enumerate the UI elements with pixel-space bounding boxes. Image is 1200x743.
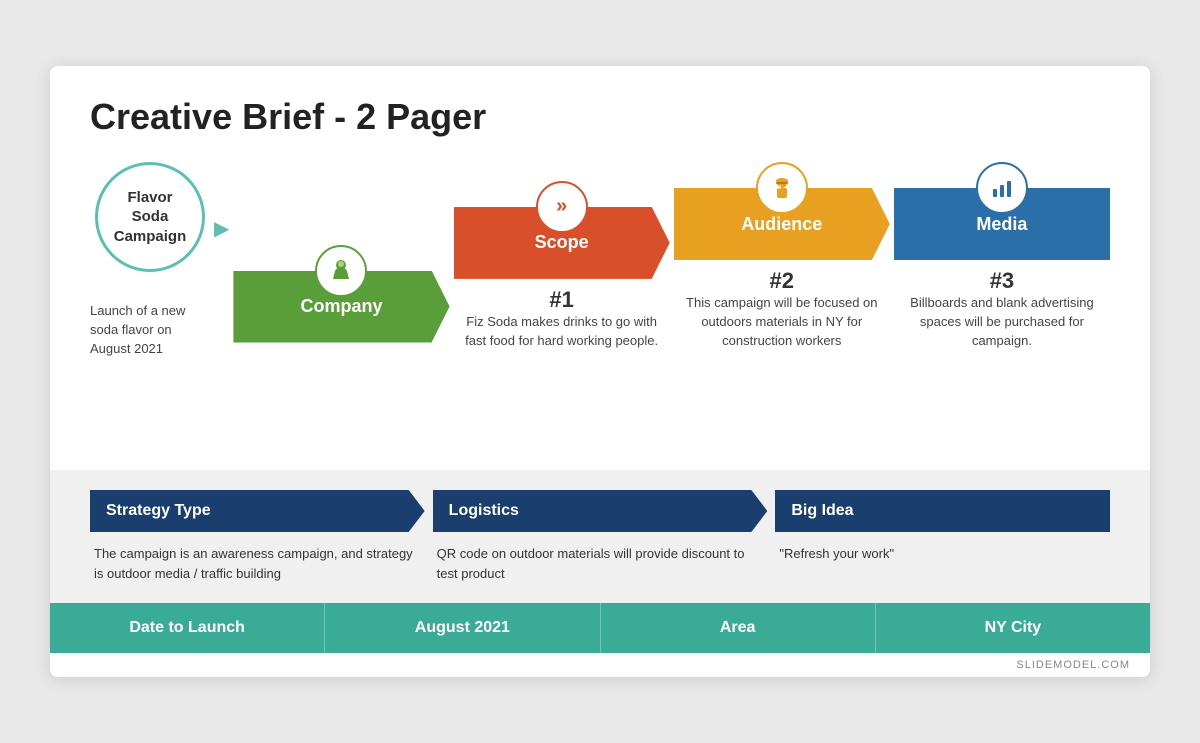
- flow-item-scope: » Scope #1 Fiz Soda makes drinks to go w…: [454, 181, 670, 351]
- strategy-row: Strategy Type The campaign is an awarene…: [90, 490, 1110, 583]
- middle-section: Strategy Type The campaign is an awarene…: [50, 470, 1150, 603]
- media-number: #3: [990, 268, 1014, 294]
- media-desc: Billboards and blank advertising spaces …: [894, 294, 1110, 351]
- slide-container: Creative Brief - 2 Pager FlavorSodaCampa…: [50, 66, 1150, 677]
- flow-item-audience: Audience #2 This campaign will be focuse…: [674, 162, 890, 351]
- big-idea-header: Big Idea: [775, 490, 1110, 532]
- logistics-header: Logistics: [433, 490, 768, 532]
- company-icon-circle: [315, 245, 367, 297]
- media-icon-circle: [976, 162, 1028, 214]
- strategy-type-text: The campaign is an awareness campaign, a…: [90, 544, 425, 583]
- scope-desc: Fiz Soda makes drinks to go with fast fo…: [454, 313, 670, 351]
- logistics-block: Logistics QR code on outdoor materials w…: [433, 490, 768, 583]
- left-description: Launch of a new soda flavor on August 20…: [90, 302, 210, 450]
- big-idea-text: "Refresh your work": [775, 544, 1110, 564]
- scope-number: #1: [549, 287, 573, 313]
- bottom-section: Date to Launch August 2021 Area NY City: [50, 603, 1150, 653]
- audience-icon-circle: [756, 162, 808, 214]
- arrow-connector: ▶: [214, 216, 229, 241]
- scope-icon-circle: »: [536, 181, 588, 233]
- logistics-text: QR code on outdoor materials will provid…: [433, 544, 768, 583]
- audience-number: #2: [770, 268, 794, 294]
- flow-item-media: Media #3 Billboards and blank advertisin…: [894, 162, 1110, 351]
- big-idea-block: Big Idea "Refresh your work": [775, 490, 1110, 564]
- ny-city-value: NY City: [876, 603, 1150, 653]
- top-section: Creative Brief - 2 Pager FlavorSodaCampa…: [50, 66, 1150, 470]
- flow-item-company: Company: [233, 245, 449, 351]
- area-label: Area: [601, 603, 876, 653]
- watermark: SLIDEMODEL.COM: [50, 653, 1150, 677]
- august-2021-value: August 2021: [325, 603, 600, 653]
- strategy-type-block: Strategy Type The campaign is an awarene…: [90, 490, 425, 583]
- campaign-circle: FlavorSodaCampaign: [95, 162, 205, 272]
- strategy-type-header: Strategy Type: [90, 490, 425, 532]
- audience-desc: This campaign will be focused on outdoor…: [674, 294, 890, 351]
- date-to-launch-label: Date to Launch: [50, 603, 325, 653]
- slide-title: Creative Brief - 2 Pager: [90, 96, 1110, 138]
